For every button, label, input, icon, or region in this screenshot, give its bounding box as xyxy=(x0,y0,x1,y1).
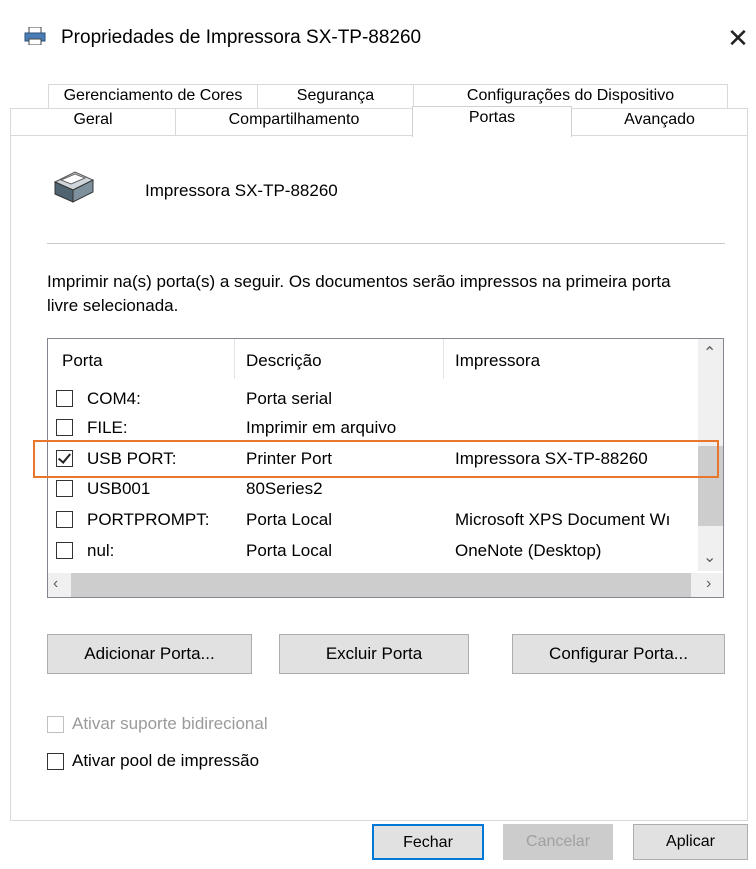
tab-compartilhamento[interactable]: Compartilhamento xyxy=(175,108,413,136)
port-row[interactable]: PORTPROMPT: Porta Local Microsoft XPS Do… xyxy=(48,506,698,535)
port-row[interactable]: USB001 80Series2 xyxy=(48,475,698,504)
selection-highlight-box xyxy=(33,440,719,478)
scroll-right-icon[interactable]: › xyxy=(706,575,711,593)
bidirectional-checkbox xyxy=(47,716,64,733)
apply-button[interactable]: Aplicar xyxy=(633,824,748,860)
port-checkbox[interactable] xyxy=(56,390,73,407)
bidirectional-label: Ativar suporte bidirecional xyxy=(72,714,268,733)
tab-portas[interactable]: Portas xyxy=(412,106,572,137)
port-description: Porta Local xyxy=(246,541,332,560)
tab-gerenciamento-de-cores[interactable]: Gerenciamento de Cores xyxy=(48,84,258,108)
port-row[interactable]: FILE: Imprimir em arquivo xyxy=(48,414,698,443)
printer-name: Impressora SX-TP-88260 xyxy=(145,181,338,200)
column-header-porta[interactable]: Porta xyxy=(62,351,103,371)
window-title: Propriedades de Impressora SX-TP-88260 xyxy=(61,27,422,48)
port-name: nul: xyxy=(87,541,115,560)
printer-icon xyxy=(53,171,95,203)
delete-port-button[interactable]: Excluir Porta xyxy=(279,634,469,674)
port-checkbox[interactable] xyxy=(56,542,73,559)
configure-port-button[interactable]: Configurar Porta... xyxy=(512,634,725,674)
port-name: USB001 xyxy=(87,479,151,498)
column-divider[interactable] xyxy=(234,339,235,379)
scroll-up-icon[interactable]: ⌃ xyxy=(703,343,716,363)
column-divider[interactable] xyxy=(443,339,444,379)
separator xyxy=(47,243,725,244)
scroll-down-icon[interactable]: ⌄ xyxy=(703,547,716,567)
port-name: FILE: xyxy=(87,418,128,437)
port-checkbox[interactable] xyxy=(56,511,73,528)
pooling-label[interactable]: Ativar pool de impressão xyxy=(72,751,259,771)
column-header-impressora[interactable]: Impressora xyxy=(455,351,540,371)
port-description: Imprimir em arquivo xyxy=(246,418,397,437)
port-row[interactable]: COM4: Porta serial xyxy=(48,385,698,414)
port-checkbox[interactable] xyxy=(56,480,73,497)
cancel-button[interactable]: Cancelar xyxy=(503,824,613,860)
tab-seguranca[interactable]: Segurança xyxy=(257,84,414,108)
column-header-descricao[interactable]: Descrição xyxy=(246,351,322,371)
port-printer: Microsoft XPS Document Wı xyxy=(455,510,671,529)
horizontal-scroll-thumb[interactable] xyxy=(71,573,691,597)
port-row[interactable]: nul: Porta Local OneNote (Desktop) xyxy=(48,537,698,566)
instructions-text: Imprimir na(s) porta(s) a seguir. Os doc… xyxy=(47,272,671,315)
printer-icon xyxy=(24,27,46,45)
port-printer: OneNote (Desktop) xyxy=(455,541,602,560)
pooling-checkbox[interactable] xyxy=(47,753,64,770)
scroll-left-icon[interactable]: ‹ xyxy=(53,575,58,593)
tab-avancado[interactable]: Avançado xyxy=(571,108,748,136)
tab-configuracoes-do-dispositivo[interactable]: Configurações do Dispositivo xyxy=(413,84,728,108)
add-port-button[interactable]: Adicionar Porta... xyxy=(47,634,252,674)
port-description: Porta Local xyxy=(246,510,332,529)
port-description: 80Series2 xyxy=(246,479,323,498)
port-description: Porta serial xyxy=(246,389,332,408)
title-bar: Propriedades de Impressora SX-TP-88260 ✕ xyxy=(0,0,756,62)
port-checkbox[interactable] xyxy=(56,419,73,436)
port-name: PORTPROMPT: xyxy=(87,510,210,529)
port-name: COM4: xyxy=(87,389,141,408)
tab-geral[interactable]: Geral xyxy=(10,108,176,136)
close-icon[interactable]: ✕ xyxy=(720,20,756,56)
close-button[interactable]: Fechar xyxy=(372,824,484,860)
